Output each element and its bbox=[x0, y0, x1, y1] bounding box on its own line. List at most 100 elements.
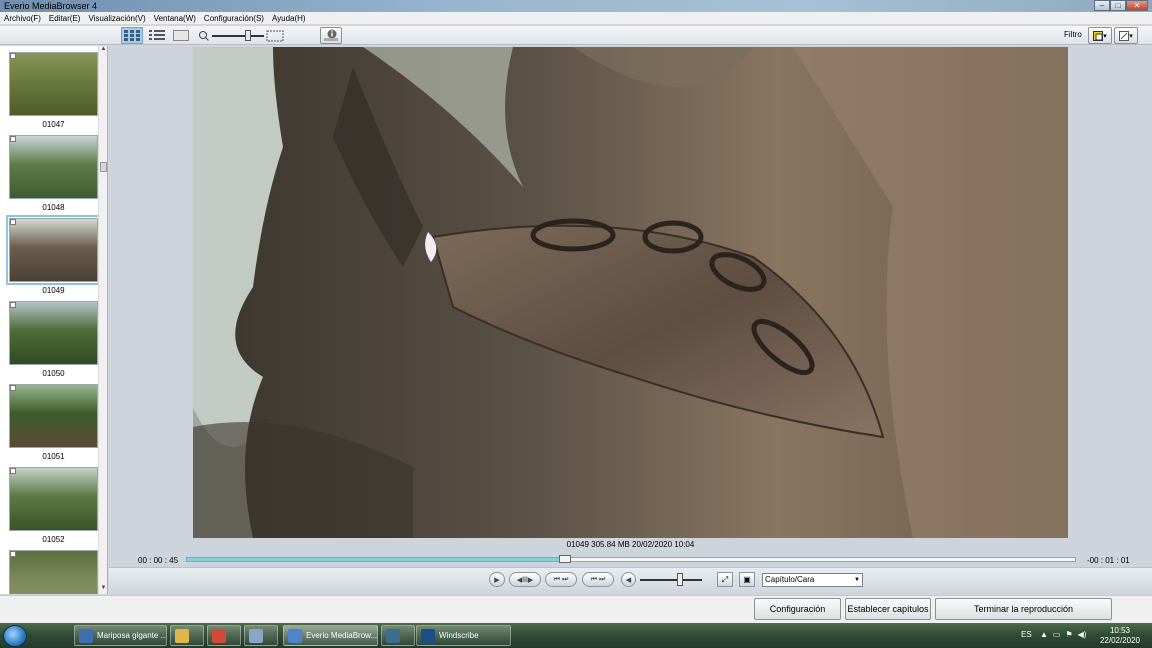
taskbar-item-label: Windscribe bbox=[439, 631, 479, 640]
volume-slider[interactable] bbox=[640, 579, 702, 581]
maximize-button[interactable]: □ bbox=[1110, 0, 1126, 11]
menu-ayuda[interactable]: Ayuda(H) bbox=[268, 12, 310, 24]
thumbnail-item[interactable] bbox=[0, 545, 100, 594]
thumbnail-image bbox=[9, 52, 98, 116]
network-icon[interactable]: ▭ bbox=[1053, 630, 1061, 639]
app-icon bbox=[79, 628, 93, 643]
language-indicator[interactable]: ES bbox=[1021, 630, 1032, 639]
thumbnail-view-button[interactable] bbox=[121, 27, 143, 44]
taskbar-item[interactable] bbox=[381, 625, 415, 646]
thumbnail-checkbox[interactable] bbox=[10, 385, 16, 391]
chevron-down-icon: ▼ bbox=[854, 577, 860, 583]
app-icon bbox=[288, 628, 302, 643]
fullscreen-button[interactable]: ⤢ bbox=[717, 572, 733, 587]
filter-edit-button[interactable]: ▾ bbox=[1114, 27, 1138, 44]
taskbar-item[interactable] bbox=[170, 625, 204, 646]
list-icon bbox=[149, 30, 165, 40]
taskbar-item[interactable]: Mariposa gigante ... bbox=[74, 625, 167, 646]
video-frame[interactable] bbox=[193, 47, 1068, 538]
volume-icon[interactable]: ◀) bbox=[1078, 630, 1087, 639]
system-clock[interactable]: 10:53 22/02/2020 bbox=[1097, 626, 1143, 646]
app-icon bbox=[175, 628, 189, 643]
menu-visualizacion[interactable]: Visualización(V) bbox=[84, 12, 149, 24]
thumbnail-image bbox=[6, 215, 101, 285]
zoom-in-button[interactable] bbox=[264, 27, 286, 44]
menu-archivo[interactable]: Archivo(F) bbox=[0, 12, 45, 24]
chapter-mode-value: Capítulo/Cara bbox=[765, 575, 815, 584]
minimize-button[interactable]: – bbox=[1094, 0, 1110, 11]
menu-ventana[interactable]: Ventana(W) bbox=[150, 12, 200, 24]
chapter-mode-select[interactable]: Capítulo/Cara ▼ bbox=[762, 573, 863, 587]
scroll-down-arrow-icon[interactable]: ▼ bbox=[99, 585, 107, 594]
clock-date: 22/02/2020 bbox=[1099, 636, 1141, 645]
menu-bar: Archivo(F) Editar(E) Visualización(V) Ve… bbox=[0, 12, 1152, 25]
info-button[interactable] bbox=[320, 27, 342, 44]
chevron-down-icon: ▾ bbox=[1129, 32, 1133, 40]
thumbnail-checkbox[interactable] bbox=[10, 219, 16, 225]
skip-scene-button[interactable]: ⏮ ⏭ bbox=[545, 572, 577, 587]
filter-label: Filtro bbox=[1064, 30, 1082, 39]
grid-icon bbox=[124, 30, 140, 41]
thumbnail-item[interactable]: 01047 bbox=[0, 47, 100, 130]
menu-editar[interactable]: Editar(E) bbox=[45, 12, 85, 24]
zoom-slider[interactable] bbox=[212, 35, 264, 37]
thumbnail-label: 01048 bbox=[42, 203, 65, 212]
thumbnail-checkbox[interactable] bbox=[10, 468, 16, 474]
thumbnail-item[interactable]: 01048 bbox=[0, 130, 100, 213]
system-tray: ▲ ▭ ⚑ ◀) bbox=[1040, 630, 1086, 639]
start-button[interactable] bbox=[3, 625, 27, 647]
menu-configuracion[interactable]: Configuración(S) bbox=[200, 12, 268, 24]
app-icon bbox=[386, 628, 400, 643]
zoom-in-icon bbox=[266, 30, 284, 41]
play-icon: ▶ bbox=[494, 576, 500, 584]
thumbnail-item[interactable]: 01050 bbox=[0, 296, 100, 379]
thumbnail-checkbox[interactable] bbox=[10, 53, 16, 59]
expand-icon: ⤢ bbox=[721, 574, 729, 584]
volume-slider-thumb[interactable] bbox=[677, 573, 683, 586]
seek-bar-thumb[interactable] bbox=[559, 555, 571, 563]
close-button[interactable]: ✕ bbox=[1126, 0, 1148, 11]
thumbnail-checkbox[interactable] bbox=[10, 551, 16, 557]
thumbnail-item[interactable]: 01052 bbox=[0, 462, 100, 545]
thumbnail-label: 01050 bbox=[42, 369, 65, 378]
thumbnail-image bbox=[9, 550, 98, 594]
list-view-button[interactable] bbox=[146, 27, 168, 44]
toolbar: Filtro ▾ ▾ bbox=[0, 26, 1152, 45]
clock-time: 10:53 bbox=[1109, 626, 1131, 635]
chapter-skip-button[interactable]: ⏮ ⏭ bbox=[582, 572, 614, 587]
finish-playback-button[interactable]: Terminar la reproducción bbox=[935, 598, 1112, 620]
seek-bar[interactable] bbox=[186, 557, 1076, 562]
taskbar-item-label: Mariposa gigante ... bbox=[97, 631, 167, 640]
settings-button[interactable]: Configuración bbox=[754, 598, 841, 620]
taskbar-item[interactable] bbox=[244, 625, 278, 646]
single-view-button[interactable] bbox=[170, 27, 192, 44]
flag-icon[interactable]: ⚑ bbox=[1065, 630, 1072, 639]
set-chapters-button[interactable]: Establecer capítulos bbox=[845, 598, 931, 620]
thumbnail-scrollbar[interactable]: ▲ ▼ bbox=[98, 46, 107, 594]
snapshot-button[interactable]: ▣ bbox=[739, 572, 755, 587]
taskbar-item[interactable]: Windscribe bbox=[416, 625, 511, 646]
thumbnail-label: 01049 bbox=[42, 286, 65, 295]
taskbar-item[interactable]: Everio MediaBrow... bbox=[283, 625, 378, 646]
filter-color-button[interactable]: ▾ bbox=[1088, 27, 1112, 44]
mute-button[interactable]: ◀ bbox=[621, 572, 636, 587]
frame-step-button[interactable]: ◀‖‖▶ bbox=[509, 572, 541, 587]
camera-icon: ▣ bbox=[743, 575, 751, 584]
thumbnail-item[interactable]: 01051 bbox=[0, 379, 100, 462]
taskbar-item-label: Everio MediaBrow... bbox=[306, 631, 378, 640]
title-bar: Everio MediaBrowser 4 – □ ✕ bbox=[0, 0, 1152, 12]
thumbnail-item[interactable]: 01049 bbox=[0, 213, 101, 296]
thumbnail-panel: 01047 01048 01049 01050 01051 01052 ▲ ▼ bbox=[0, 46, 108, 594]
zoom-slider-thumb[interactable] bbox=[245, 30, 251, 41]
taskbar-item[interactable] bbox=[207, 625, 241, 646]
app-icon bbox=[421, 628, 435, 643]
window-controls: – □ ✕ bbox=[1094, 0, 1148, 11]
scrollbar-thumb[interactable] bbox=[100, 162, 107, 172]
play-button[interactable]: ▶ bbox=[489, 572, 505, 587]
scroll-up-arrow-icon[interactable]: ▲ bbox=[99, 46, 107, 55]
show-hidden-icons-icon[interactable]: ▲ bbox=[1040, 630, 1048, 639]
thumbnail-image bbox=[9, 384, 98, 448]
thumbnail-checkbox[interactable] bbox=[10, 302, 16, 308]
thumbnail-checkbox[interactable] bbox=[10, 136, 16, 142]
zoom-out-button[interactable] bbox=[196, 27, 210, 44]
